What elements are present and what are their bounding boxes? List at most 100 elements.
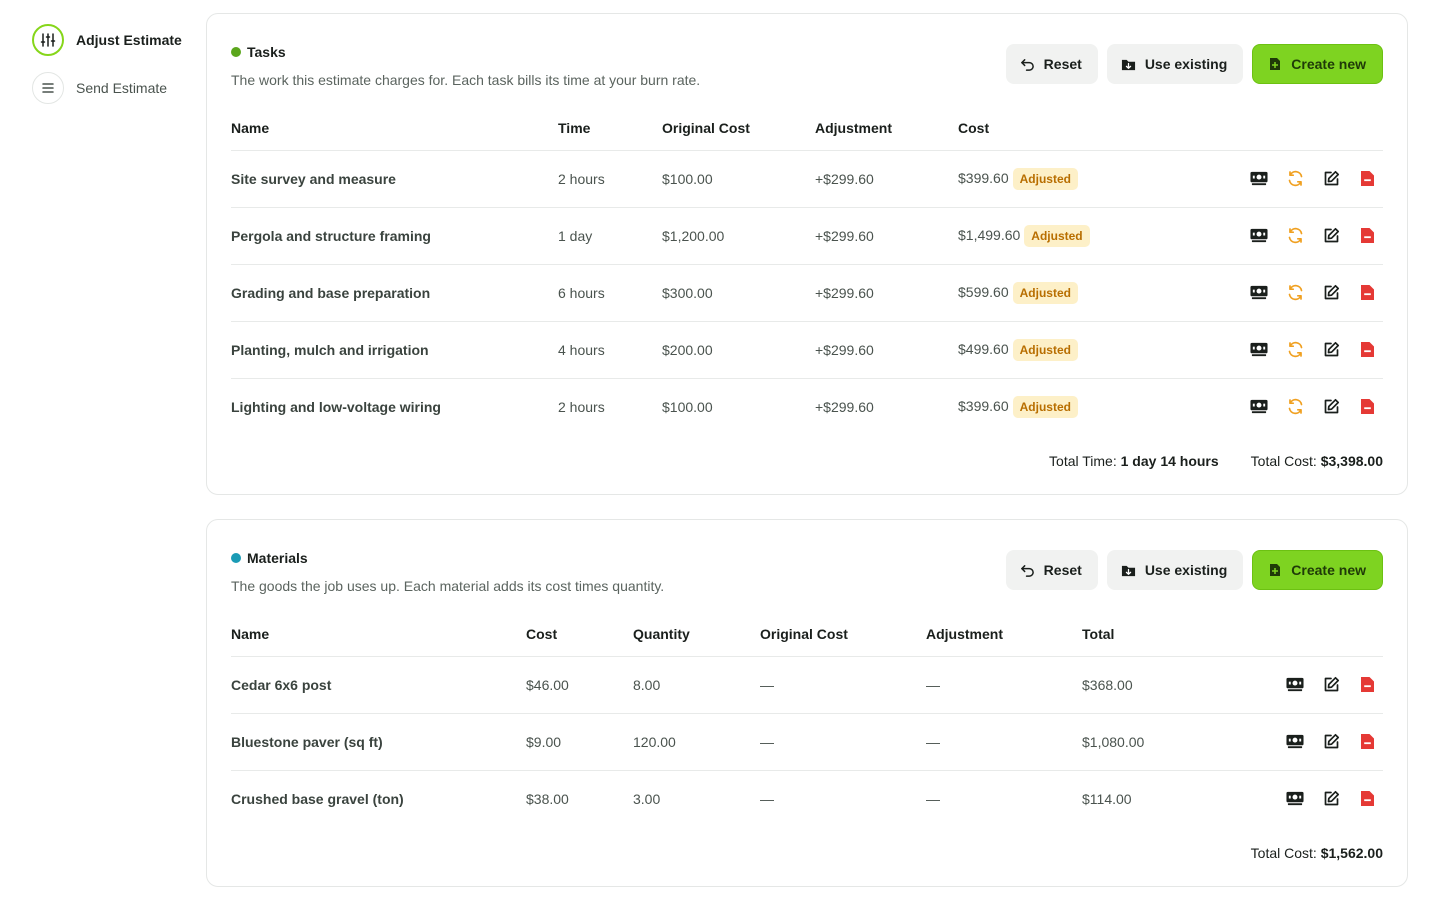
table-row[interactable]: Crushed base gravel (ton) $38.00 3.00 — — $11…: [231, 770, 1383, 827]
total-cost-label: Total Cost:: [1250, 453, 1317, 469]
tasks-title-text: Tasks: [247, 44, 286, 60]
col-time[interactable]: Time: [558, 106, 662, 151]
col-original-cost[interactable]: Original Cost: [760, 612, 926, 657]
money-icon[interactable]: [1286, 733, 1304, 751]
task-name: Site survey and measure: [231, 150, 558, 208]
table-header-row: Name Time Original Cost Adjustment Cost: [231, 106, 1383, 151]
refresh-icon[interactable]: [1286, 284, 1304, 302]
edit-icon[interactable]: [1322, 733, 1340, 751]
row-actions: [1188, 378, 1383, 435]
delete-file-icon[interactable]: [1358, 676, 1376, 694]
col-cost[interactable]: Cost: [958, 106, 1188, 151]
money-icon[interactable]: [1250, 170, 1268, 188]
status-dot: [231, 47, 241, 57]
row-actions: [1188, 207, 1383, 265]
table-row[interactable]: Lighting and low-voltage wiring 2 hours $1…: [231, 378, 1383, 435]
refresh-icon[interactable]: [1286, 170, 1304, 188]
col-original-cost[interactable]: Original Cost: [662, 106, 815, 151]
edit-icon[interactable]: [1322, 676, 1340, 694]
table-row[interactable]: Bluestone paver (sq ft) $9.00 120.00— — $1,0…: [231, 713, 1383, 771]
delete-file-icon[interactable]: [1358, 398, 1376, 416]
table-row[interactable]: Planting, mulch and irrigation 4 hours $20…: [231, 321, 1383, 379]
table-row[interactable]: Site survey and measure 2 hours $100.00 +$2…: [231, 150, 1383, 208]
refresh-icon[interactable]: [1286, 398, 1304, 416]
row-actions: [1188, 150, 1383, 208]
money-icon[interactable]: [1286, 676, 1304, 694]
edit-icon[interactable]: [1322, 227, 1340, 245]
material-name: Cedar 6x6 post: [231, 656, 526, 714]
undo-icon: [1020, 562, 1036, 578]
col-cost[interactable]: Cost: [526, 612, 633, 657]
col-total[interactable]: Total: [1082, 612, 1222, 657]
delete-file-icon[interactable]: [1358, 790, 1376, 808]
edit-icon[interactable]: [1322, 398, 1340, 416]
step-send-estimate[interactable]: Send Estimate: [32, 72, 192, 104]
edit-icon[interactable]: [1322, 170, 1340, 188]
materials-create-new-button[interactable]: Create new: [1252, 550, 1383, 590]
materials-reset-button[interactable]: Reset: [1005, 550, 1098, 590]
tasks-use-existing-button[interactable]: Use existing: [1106, 44, 1244, 84]
col-quantity[interactable]: Quantity: [633, 612, 760, 657]
col-adjustment[interactable]: Adjustment: [926, 612, 1082, 657]
task-name: Grading and base preparation: [231, 264, 558, 322]
edit-icon[interactable]: [1322, 790, 1340, 808]
table-row[interactable]: Cedar 6x6 post $46.00 8.00— — $368.00: [231, 656, 1383, 714]
refresh-icon[interactable]: [1286, 341, 1304, 359]
table-row[interactable]: Grading and base preparation 6 hours $300.…: [231, 264, 1383, 322]
money-icon[interactable]: [1250, 398, 1268, 416]
col-adjustment[interactable]: Adjustment: [815, 106, 958, 151]
delete-file-icon[interactable]: [1358, 170, 1376, 188]
row-actions: [1222, 656, 1383, 714]
task-original-cost: $200.00: [662, 321, 815, 379]
task-adjustment: +$299.60: [815, 264, 958, 322]
status-badge: Adjusted: [1012, 338, 1078, 361]
task-cost-value: $599.60: [958, 283, 1009, 300]
materials-totals: Total Cost: $1,562.00: [1251, 845, 1383, 861]
col-name[interactable]: Name: [231, 106, 558, 151]
money-icon[interactable]: [1286, 790, 1304, 808]
task-original-cost: $300.00: [662, 264, 815, 322]
total-cost: Total Cost: $1,562.00: [1251, 845, 1383, 861]
refresh-icon[interactable]: [1286, 227, 1304, 245]
col-name[interactable]: Name: [231, 612, 526, 657]
sliders-icon: [32, 24, 64, 56]
money-icon[interactable]: [1250, 284, 1268, 302]
money-icon[interactable]: [1250, 227, 1268, 245]
delete-file-icon[interactable]: [1358, 284, 1376, 302]
task-name: Lighting and low-voltage wiring: [231, 398, 441, 415]
file-plus-icon: [1267, 562, 1283, 578]
undo-icon: [1020, 56, 1036, 72]
materials-use-existing-button[interactable]: Use existing: [1106, 550, 1244, 590]
material-quantity: 3.00: [633, 790, 661, 807]
total-cost: Total Cost: $3,398.00: [1251, 453, 1383, 469]
materials-card: Materials The goods the job uses up. Eac…: [206, 519, 1408, 887]
delete-file-icon[interactable]: [1358, 733, 1376, 751]
tasks-create-new-button[interactable]: Create new: [1252, 44, 1383, 84]
materials-description: The goods the job uses up. Each material…: [231, 578, 665, 594]
button-label: Use existing: [1144, 56, 1228, 72]
edit-icon[interactable]: [1322, 284, 1340, 302]
tasks-header: Tasks The work this estimate charges for…: [231, 44, 700, 88]
button-label: Reset: [1043, 56, 1082, 72]
table-row[interactable]: Pergola and structure framing 1 day $1,200…: [231, 207, 1383, 265]
material-quantity: 8.00: [633, 656, 760, 714]
materials-actions: Reset Use existing Create new: [1005, 550, 1383, 590]
money-icon[interactable]: [1250, 341, 1268, 359]
step-adjust-estimate[interactable]: Adjust Estimate: [32, 24, 192, 56]
delete-file-icon[interactable]: [1358, 227, 1376, 245]
task-original-cost: $100.00: [662, 398, 713, 415]
tasks-card: Tasks The work this estimate charges for…: [206, 13, 1408, 495]
task-name: Pergola and structure framing: [231, 207, 558, 265]
delete-file-icon[interactable]: [1358, 341, 1376, 359]
task-cost: $399.60 Adjusted: [958, 150, 1188, 208]
total-cost-value: $3,398.00: [1320, 453, 1383, 469]
total-time-value: 1 day 14 hours: [1120, 453, 1219, 469]
task-cost: $399.60 Adjusted: [958, 378, 1188, 435]
edit-icon[interactable]: [1322, 341, 1340, 359]
status-badge: Adjusted: [1012, 281, 1078, 304]
material-cost: $46.00: [526, 656, 633, 714]
material-total: $368.00: [1082, 656, 1222, 714]
file-plus-icon: [1267, 56, 1283, 72]
task-original-cost: $1,200.00: [662, 207, 815, 265]
tasks-reset-button[interactable]: Reset: [1005, 44, 1098, 84]
